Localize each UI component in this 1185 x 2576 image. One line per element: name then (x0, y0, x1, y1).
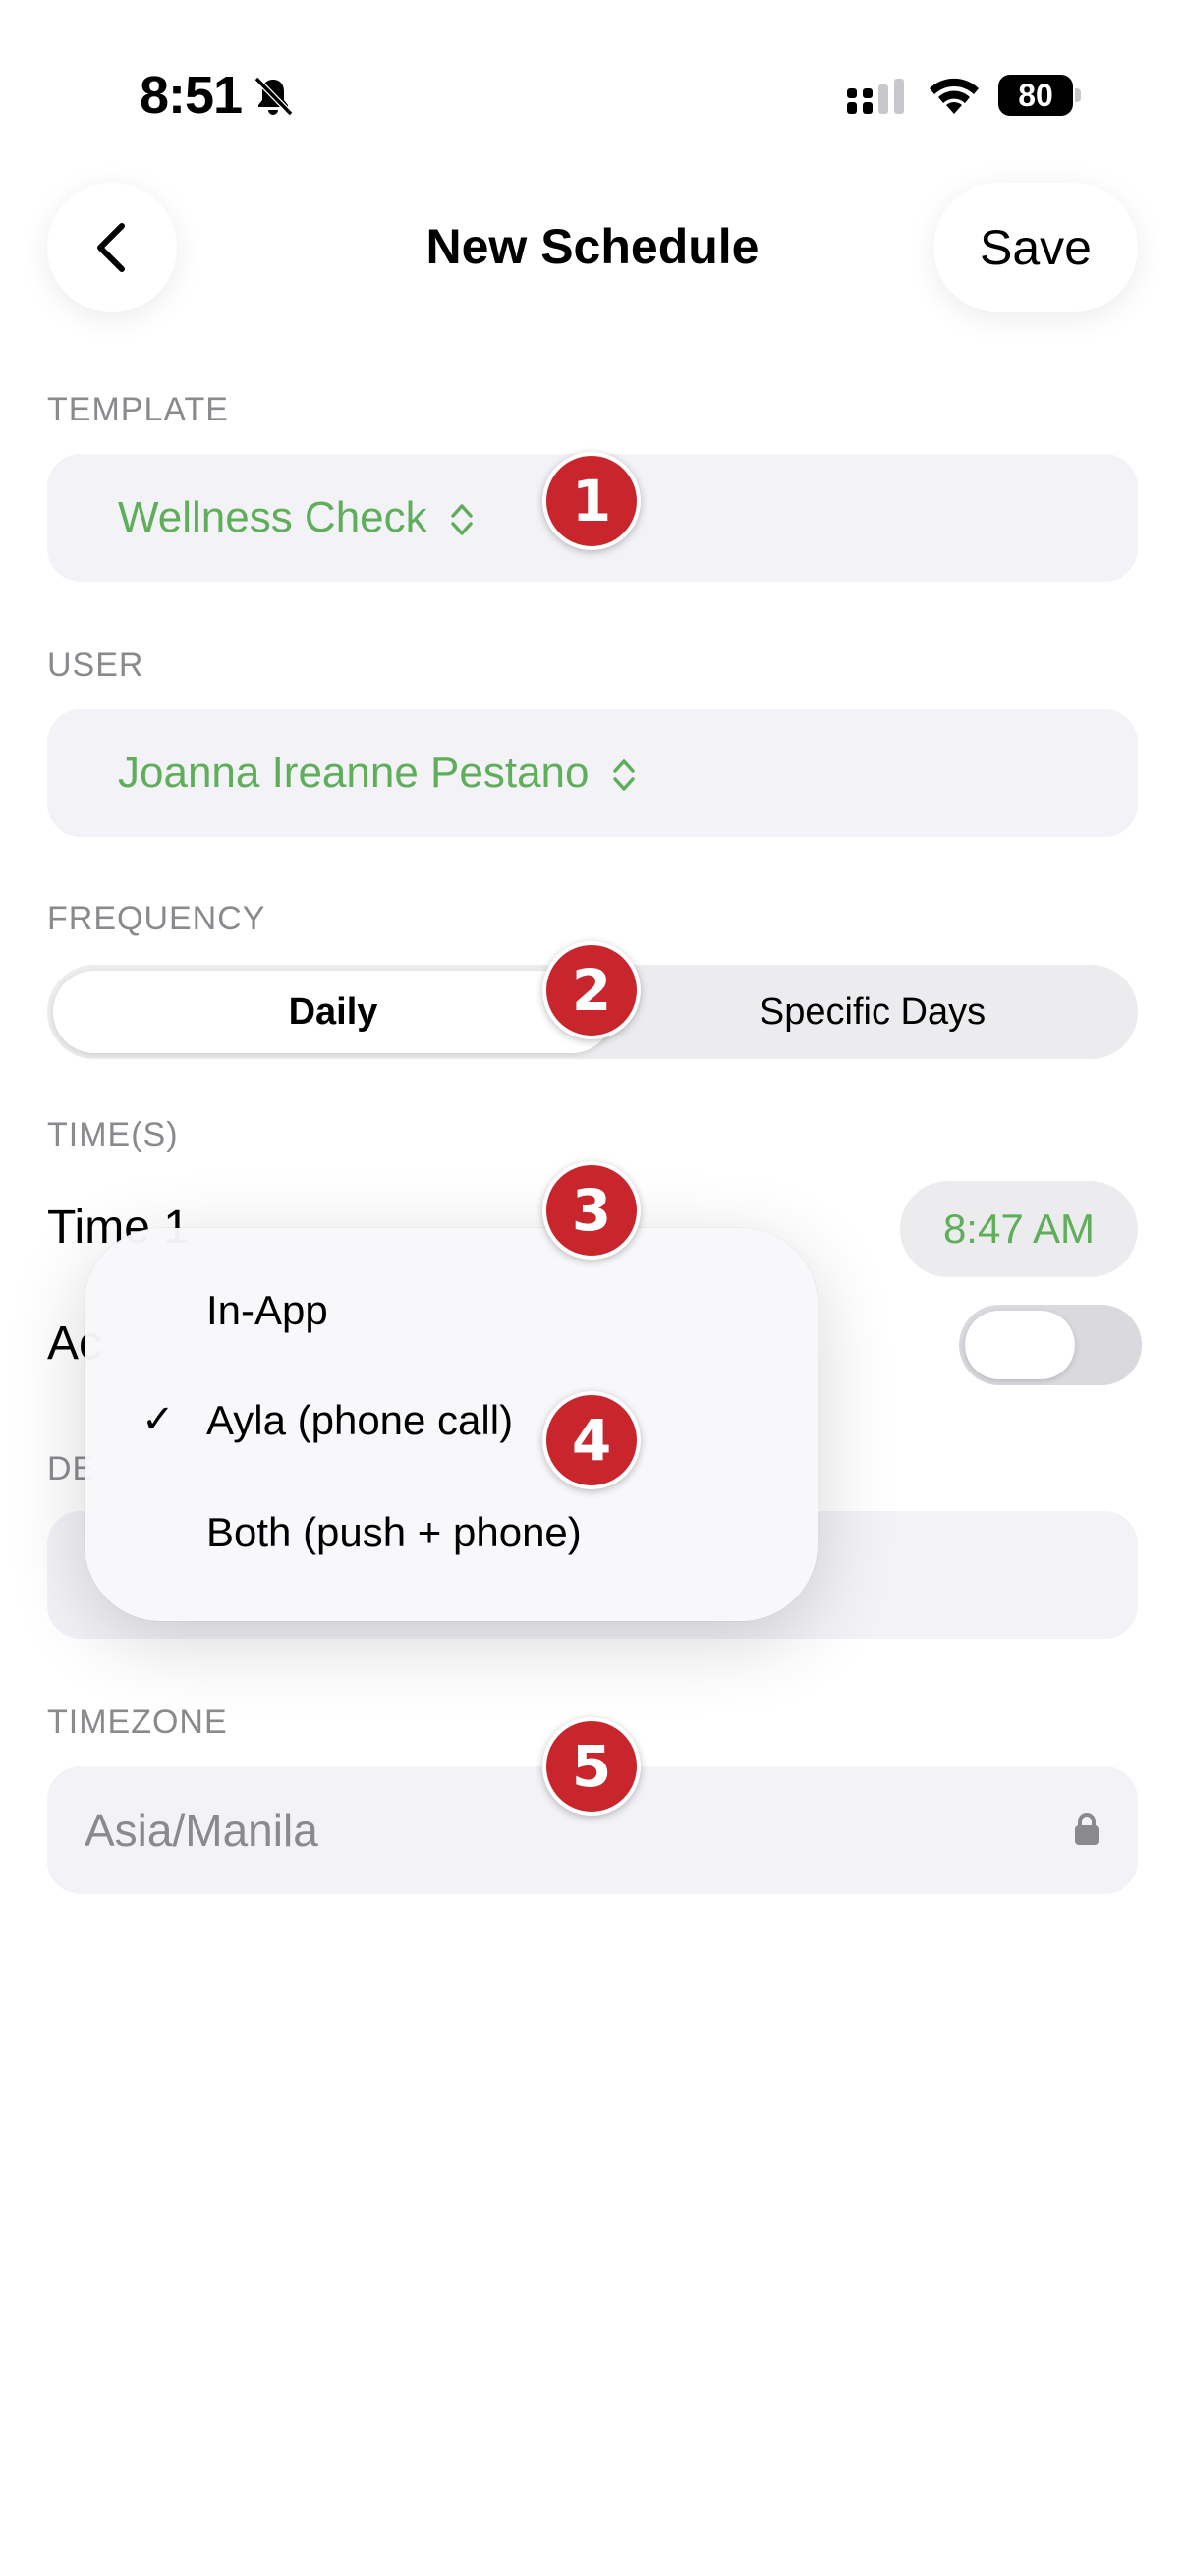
lock-icon (1075, 1813, 1099, 1845)
timezone-section-label: TIMEZONE (47, 1704, 228, 1741)
template-value: Wellness Check (118, 493, 427, 541)
user-value: Joanna Ireanne Pestano (118, 749, 590, 797)
user-picker[interactable]: Joanna Ireanne Pestano (47, 709, 1138, 837)
annotation-badge-2: 2 (542, 941, 641, 1039)
frequency-section-label: FREQUENCY (47, 900, 266, 937)
menu-item-in-app[interactable]: In-App (206, 1287, 328, 1334)
status-time: 8:51 (140, 66, 243, 125)
up-down-chevron-icon (451, 504, 473, 536)
annotation-badge-5: 5 (542, 1717, 641, 1816)
wifi-icon (930, 78, 979, 114)
up-down-chevron-icon (612, 759, 635, 792)
bell-slash-icon (254, 76, 294, 117)
annotation-badge-3: 3 (542, 1161, 641, 1260)
signal-icon (847, 79, 904, 114)
segment-specific-days[interactable]: Specific Days (613, 965, 1132, 1059)
battery-icon: 80 (998, 75, 1081, 116)
annotation-badge-1: 1 (542, 452, 641, 550)
user-section-label: USER (47, 646, 144, 684)
toggle-switch[interactable] (959, 1305, 1142, 1385)
segment-daily[interactable]: Daily (53, 965, 613, 1059)
battery-level: 80 (1018, 78, 1053, 113)
timezone-value: Asia/Manila (85, 1805, 318, 1856)
menu-item-ayla-phone-call[interactable]: Ayla (phone call) (206, 1397, 513, 1444)
annotation-badge-4: 4 (542, 1391, 641, 1489)
time-1-picker[interactable]: 8:47 AM (900, 1181, 1138, 1277)
times-section-label: TIME(S) (47, 1116, 179, 1153)
toggle-knob (965, 1311, 1075, 1379)
checkmark-icon: ✓ (141, 1398, 175, 1441)
save-button[interactable]: Save (933, 183, 1138, 312)
menu-item-both-push-phone[interactable]: Both (push + phone) (206, 1509, 582, 1556)
template-section-label: TEMPLATE (47, 391, 229, 428)
delivery-method-menu: In-App ✓ Ayla (phone call) Both (push + … (85, 1228, 818, 1621)
